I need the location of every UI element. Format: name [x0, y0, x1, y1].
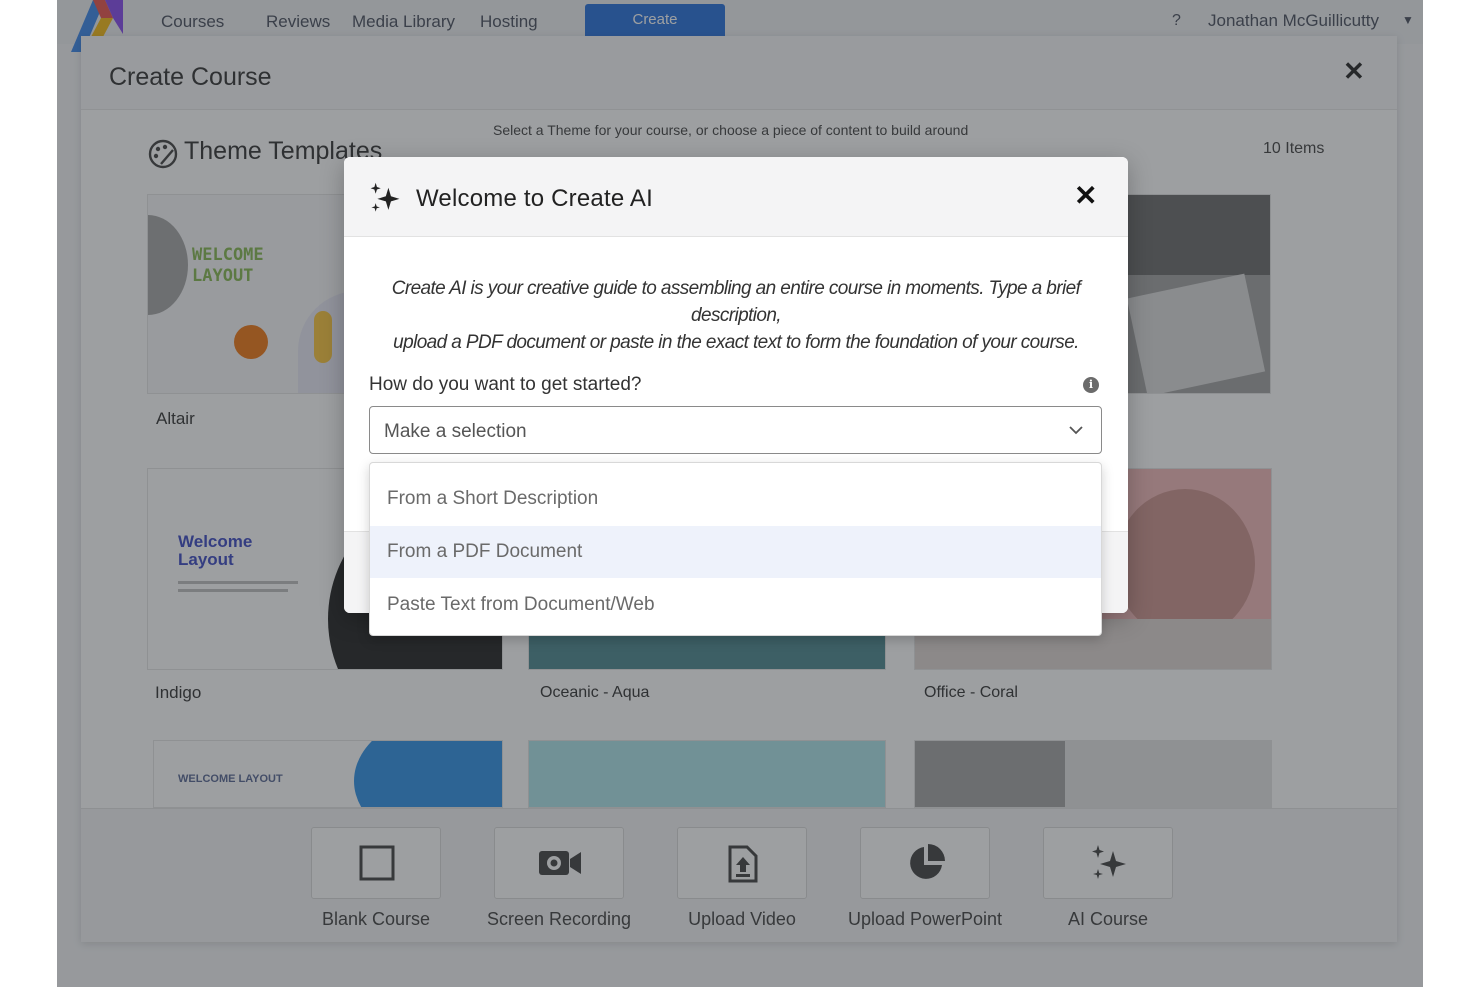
- option-label: From a PDF Document: [387, 541, 583, 562]
- info-icon[interactable]: i: [1083, 377, 1099, 393]
- start-method-label: How do you want to get started?: [369, 374, 642, 395]
- option-label: Paste Text from Document/Web: [387, 594, 655, 615]
- option-paste-text[interactable]: Paste Text from Document/Web: [370, 579, 1101, 631]
- select-placeholder: Make a selection: [384, 421, 527, 442]
- option-pdf-document[interactable]: From a PDF Document: [370, 526, 1101, 578]
- chevron-down-icon: [1069, 426, 1083, 435]
- option-short-description[interactable]: From a Short Description: [370, 473, 1101, 525]
- start-method-select[interactable]: Make a selection: [369, 406, 1102, 454]
- modal-title: Welcome to Create AI: [416, 185, 653, 212]
- description-line: upload a PDF document or paste in the ex…: [393, 332, 1079, 353]
- close-icon[interactable]: ✕: [1074, 179, 1097, 212]
- sparkle-icon: [370, 182, 400, 212]
- modal-header: Welcome to Create AI ✕: [344, 157, 1128, 237]
- modal-description: Create AI is your creative guide to asse…: [364, 275, 1108, 356]
- option-label: From a Short Description: [387, 488, 599, 509]
- description-line: Create AI is your creative guide to asse…: [391, 278, 1081, 326]
- start-method-options: From a Short Description From a PDF Docu…: [369, 462, 1102, 636]
